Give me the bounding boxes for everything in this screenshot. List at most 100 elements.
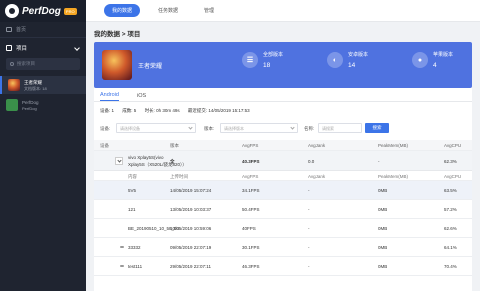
sidebar-projects-label: 项目 [16, 46, 28, 52]
perfdog-logo-icon [5, 4, 19, 18]
apple-icon: ● [412, 52, 428, 68]
row-cpu: 64.1% [444, 245, 457, 250]
stat-android-versions: ◐ 安卓版本 14 [327, 51, 368, 69]
tab-ios[interactable]: iOS [137, 93, 146, 101]
sidebar-item-projects[interactable]: 项目 [0, 38, 86, 58]
summary-devices: 设备: 1 [100, 108, 115, 113]
table-row[interactable]: BE_20190510_10_58_03 10/05/2019 10:59:06… [94, 219, 472, 238]
row-fps: 50.4FPS [242, 207, 260, 212]
col-avgjank: AvgJank [308, 143, 326, 148]
row-fps: 46.3FPS [242, 264, 260, 269]
search-icon [10, 62, 14, 66]
table-row[interactable]: 33332 09/05/2019 22:07:19 30.1FPS - 0MB … [94, 238, 472, 257]
table-row[interactable]: test111 29/05/2019 22:07:11 46.3FPS - 0M… [94, 257, 472, 276]
row-jank: - [308, 264, 310, 269]
row-cpu: 63.5% [444, 188, 457, 193]
group-device-line2: Xplay5S（X520L/骁龙820）） [128, 162, 187, 167]
col-version: 版本 [170, 143, 179, 148]
subcol-upload-time: 上传时间 [170, 174, 188, 179]
project-item-perfdog[interactable]: PerfDog PerfDog [0, 96, 86, 114]
table-row[interactable]: 5V5 14/05/2019 15:07:24 34.1FPS - 0MB 63… [94, 181, 472, 200]
row-name: 33332 [128, 245, 141, 250]
game-name: 王者荣耀 [138, 64, 163, 70]
subcol-avgjank: AvgJank [308, 174, 326, 179]
row-cpu: 62.6% [444, 226, 457, 231]
chevron-down-icon [188, 125, 193, 130]
tab-my-data[interactable]: 我的数据 [104, 4, 141, 17]
project-name: PerfDog [22, 99, 39, 105]
link-icon[interactable] [120, 246, 124, 248]
row-jank: - [308, 207, 310, 212]
logo-bar: PerfDog PRO [0, 0, 86, 22]
top-nav: 我的数据 任务数据 管理 [86, 0, 480, 22]
device-select[interactable]: 请选择设备 [116, 123, 196, 133]
stat-label: 苹果版本 [433, 52, 454, 58]
row-name: 5V5 [128, 188, 137, 193]
project-thumbnail [8, 79, 20, 91]
row-mem: 0MB [378, 207, 388, 212]
name-search-label: 名称: [304, 126, 315, 131]
group-peakmem: - [378, 159, 380, 164]
tab-android[interactable]: Android [100, 92, 119, 101]
row-time: 10/05/2019 10:59:06 [170, 226, 212, 231]
name-search-input[interactable]: 请搜索 [318, 123, 362, 133]
tab-task-data[interactable]: 任务数据 [150, 4, 186, 17]
subcol-content: 内容 [128, 174, 137, 179]
row-jank: - [308, 245, 310, 250]
row-jank: - [308, 226, 310, 231]
search-button[interactable]: 搜索 [365, 123, 389, 133]
row-mem: 0MB [378, 245, 388, 250]
stat-value: 4 [433, 62, 437, 69]
stat-label: 安卓版本 [348, 52, 369, 58]
device-filter-label: 设备: [100, 126, 111, 131]
expand-toggle-icon[interactable] [115, 157, 123, 165]
version-select[interactable]: 请选择版本 [220, 123, 298, 133]
project-subtitle: 文档版本: 18 [24, 85, 47, 91]
device-group-row[interactable]: vivo Xplay5S(vivo Xplay5S（X520L/骁龙820）） … [94, 151, 472, 171]
summary-duration: 时长: 0h 30m 49s [144, 108, 180, 113]
row-mem: 0MB [378, 264, 388, 269]
project-search-placeholder: 搜索项目 [17, 61, 35, 66]
project-icon [6, 45, 12, 51]
row-cpu: 70.4% [444, 264, 457, 269]
table-header: 设备 版本 AvgFPS AvgJank PeakMem(MB) AvgCPU [94, 140, 472, 151]
summary-count: 成数: 5 [122, 108, 137, 113]
table-row[interactable]: 121 13/05/2019 10:03:37 50.4FPS - 0MB 57… [94, 200, 472, 219]
project-item-wzry[interactable]: 王者荣耀 文档版本: 18 [0, 76, 86, 94]
platform-tabs: Android iOS [94, 88, 472, 102]
group-version: 全 [170, 159, 175, 164]
row-mem: 0MB [378, 226, 388, 231]
row-mem: 0MB [378, 188, 388, 193]
app-name: PerfDog [22, 5, 61, 17]
col-avgcpu: AvgCPU [444, 143, 462, 148]
chevron-down-icon [290, 125, 295, 130]
group-device-line1: vivo Xplay5S(vivo [128, 155, 164, 160]
sidebar-item-home[interactable]: 首页 [0, 22, 86, 38]
link-icon[interactable] [120, 265, 124, 267]
summary-last-upload: 最近提交: 14/05/2019 15:17:53 [187, 108, 250, 113]
stat-ios-versions: ● 苹果版本 4 [412, 51, 453, 69]
stat-value: 14 [348, 62, 356, 69]
project-thumbnail [6, 99, 18, 111]
col-device: 设备 [100, 143, 109, 148]
stat-all-versions: ☰ 全部版本 18 [242, 51, 283, 69]
col-avgfps: AvgFPS [242, 143, 259, 148]
row-cpu: 57.2% [444, 207, 457, 212]
row-name: test111 [128, 264, 143, 269]
row-jank: - [308, 188, 310, 193]
stat-value: 18 [263, 62, 271, 69]
row-time: 09/05/2019 22:07:19 [170, 245, 212, 250]
group-avgjank: 0.0 [308, 159, 315, 164]
chevron-down-icon [74, 45, 80, 51]
sidebar-home-label: 首页 [16, 27, 27, 33]
row-time: 13/05/2019 10:03:37 [170, 207, 212, 212]
sidebar: PerfDog PRO 首页 项目 搜索项目 王者荣耀 文档版本: 18 Per… [0, 0, 86, 291]
summary-line: 设备: 1 成数: 5 时长: 0h 30m 49s 最近提交: 14/05/2… [100, 108, 257, 114]
tab-manage[interactable]: 管理 [196, 4, 222, 17]
project-subtitle: PerfDog [22, 105, 37, 111]
home-icon [6, 27, 12, 32]
row-fps: 34.1FPS [242, 188, 260, 193]
group-avgcpu: 62.3% [444, 159, 457, 164]
project-search-input[interactable]: 搜索项目 [6, 58, 80, 70]
stat-label: 全部版本 [263, 52, 284, 58]
